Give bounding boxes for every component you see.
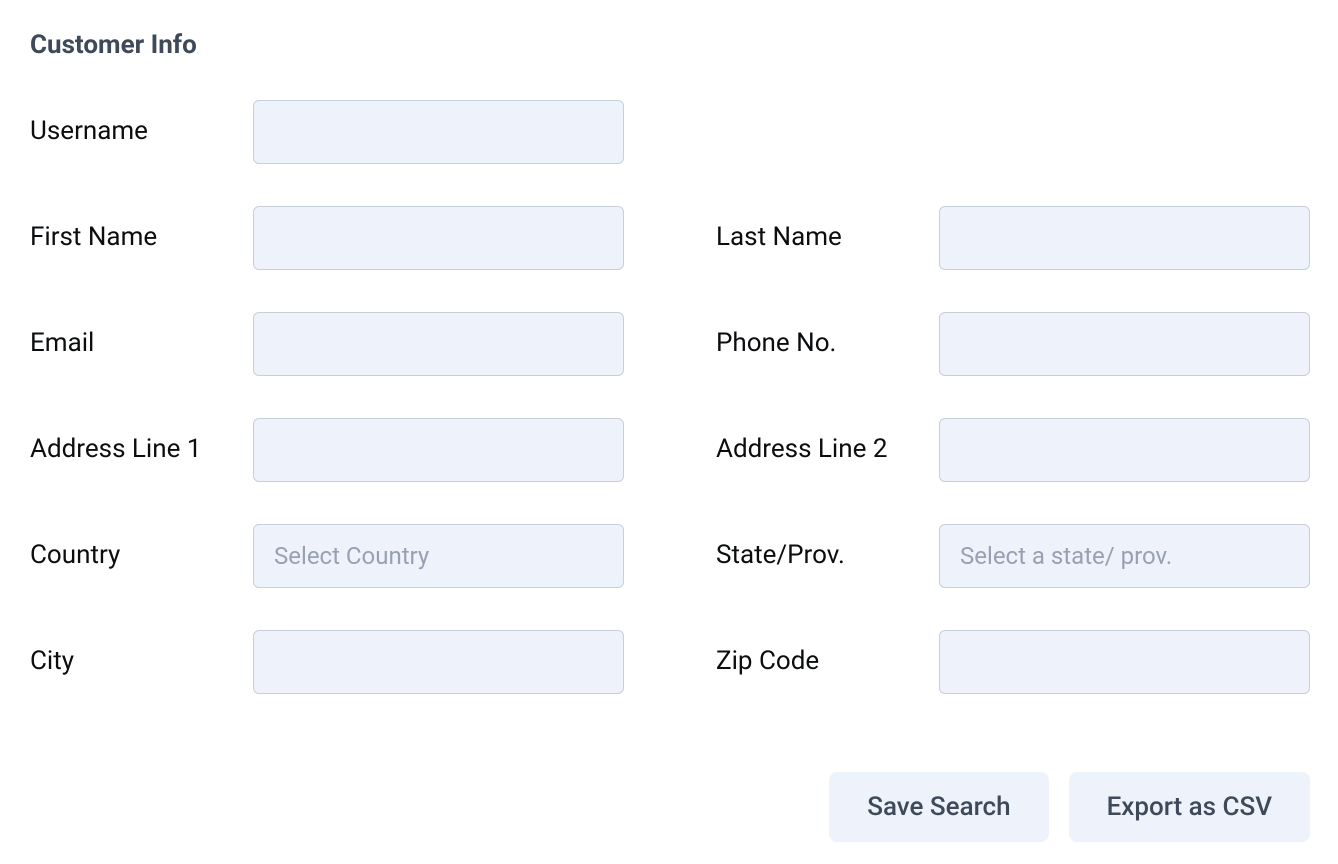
form-group-last-name: Last Name (716, 206, 1310, 270)
form-group-state: State/Prov. (716, 524, 1310, 588)
section-title: Customer Info (30, 30, 1310, 60)
form-group-username: Username (30, 100, 624, 164)
state-input[interactable] (939, 524, 1310, 588)
last-name-label: Last Name (716, 221, 939, 255)
email-label: Email (30, 327, 253, 361)
form-group-address1: Address Line 1 (30, 418, 624, 482)
country-label: Country (30, 539, 253, 573)
email-input[interactable] (253, 312, 624, 376)
country-input[interactable] (253, 524, 624, 588)
form-row: Address Line 1 Address Line 2 (30, 418, 1310, 482)
city-label: City (30, 645, 253, 679)
zip-input[interactable] (939, 630, 1310, 694)
city-input[interactable] (253, 630, 624, 694)
first-name-input[interactable] (253, 206, 624, 270)
save-search-button[interactable]: Save Search (829, 772, 1048, 842)
last-name-input[interactable] (939, 206, 1310, 270)
customer-info-form: Username First Name Last Name Email Phon… (30, 100, 1310, 694)
form-group-zip: Zip Code (716, 630, 1310, 694)
form-group-first-name: First Name (30, 206, 624, 270)
username-label: Username (30, 115, 253, 149)
button-row: Save Search Export as CSV (30, 772, 1310, 842)
address1-label: Address Line 1 (30, 433, 253, 467)
form-group-country: Country (30, 524, 624, 588)
form-row: Email Phone No. (30, 312, 1310, 376)
form-row: Country State/Prov. (30, 524, 1310, 588)
form-group-email: Email (30, 312, 624, 376)
form-group-phone: Phone No. (716, 312, 1310, 376)
form-row: Username (30, 100, 1310, 164)
address1-input[interactable] (253, 418, 624, 482)
state-label: State/Prov. (716, 539, 939, 573)
form-row: City Zip Code (30, 630, 1310, 694)
address2-label: Address Line 2 (716, 433, 939, 467)
form-group-city: City (30, 630, 624, 694)
zip-label: Zip Code (716, 645, 939, 679)
first-name-label: First Name (30, 221, 253, 255)
username-input[interactable] (253, 100, 624, 164)
export-csv-button[interactable]: Export as CSV (1069, 772, 1310, 842)
form-row: First Name Last Name (30, 206, 1310, 270)
phone-label: Phone No. (716, 327, 939, 361)
address2-input[interactable] (939, 418, 1310, 482)
phone-input[interactable] (939, 312, 1310, 376)
form-group-address2: Address Line 2 (716, 418, 1310, 482)
